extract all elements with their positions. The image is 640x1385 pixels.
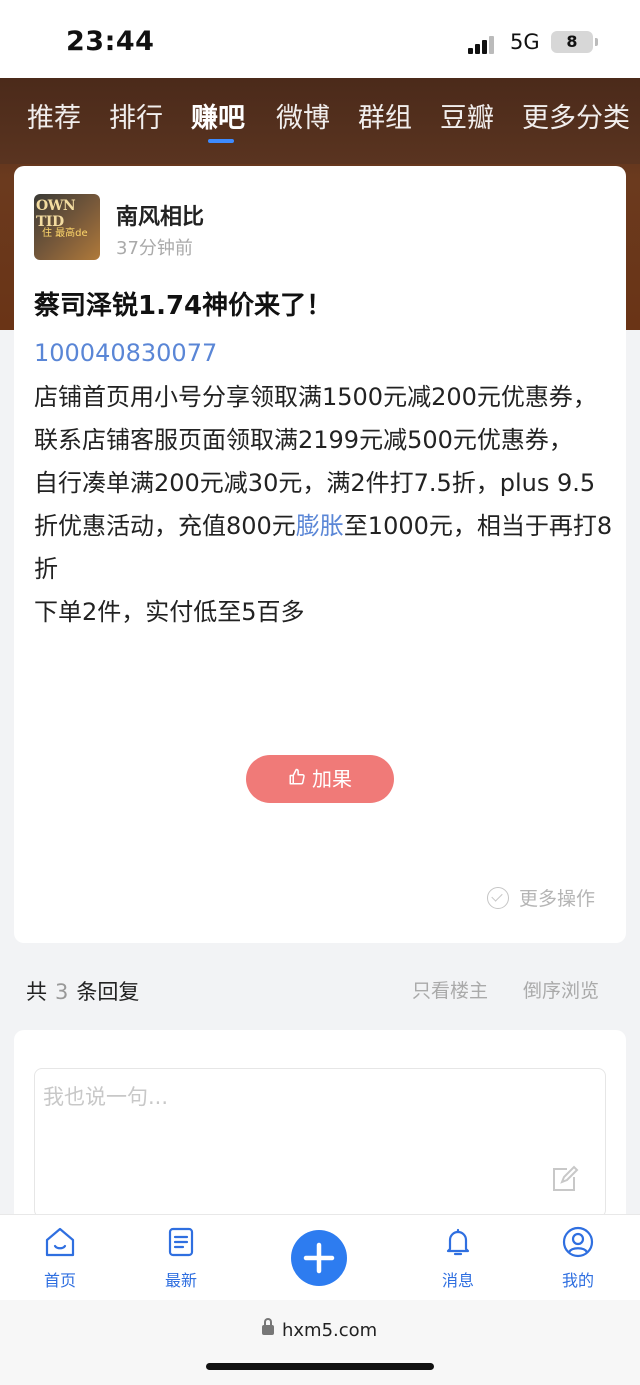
signal-icon bbox=[468, 32, 502, 54]
plus-icon bbox=[303, 1242, 335, 1274]
active-tab-indicator bbox=[208, 139, 234, 143]
comment-input[interactable]: 我也说一句... bbox=[34, 1068, 606, 1218]
tab-douban[interactable]: 豆瓣 bbox=[440, 96, 494, 135]
edit-icon[interactable] bbox=[549, 1165, 579, 1199]
author-name[interactable]: 南风相比 bbox=[116, 199, 204, 231]
reply-prefix: 共 bbox=[26, 980, 47, 1004]
document-icon bbox=[168, 1227, 194, 1257]
avatar[interactable]: OWN TID 住 最高de bbox=[34, 194, 100, 260]
home-icon bbox=[45, 1227, 75, 1257]
nav-profile[interactable]: 我的 bbox=[543, 1225, 613, 1291]
tab-recommend[interactable]: 推荐 bbox=[27, 96, 81, 135]
nav-messages[interactable]: 消息 bbox=[423, 1225, 493, 1291]
lock-icon bbox=[262, 1318, 274, 1335]
post-card: OWN TID 住 最高de 南风相比 37分钟前 蔡司泽锐1.74神价来了！ … bbox=[14, 166, 626, 943]
more-actions-button[interactable]: 更多操作 bbox=[487, 884, 595, 911]
tab-weibo[interactable]: 微博 bbox=[276, 96, 330, 135]
post-body-text: 店铺首页用小号分享领取满1500元减200元优惠券，联系店铺客服页面领取满219… bbox=[34, 383, 597, 454]
product-id-link[interactable]: 100040830077 bbox=[34, 339, 217, 367]
like-button[interactable]: 加果 bbox=[246, 755, 394, 803]
home-indicator[interactable] bbox=[206, 1363, 434, 1370]
nav-latest-label: 最新 bbox=[164, 1271, 197, 1290]
status-bar: 23:44 5G 8 bbox=[0, 0, 640, 78]
bell-icon bbox=[446, 1228, 470, 1256]
nav-latest[interactable]: 最新 bbox=[146, 1225, 216, 1291]
more-actions-label: 更多操作 bbox=[519, 888, 596, 910]
nav-home[interactable]: 首页 bbox=[25, 1225, 95, 1291]
only-op-button[interactable]: 只看楼主 bbox=[412, 976, 488, 1003]
create-post-button[interactable] bbox=[291, 1230, 347, 1286]
category-tabs: 推荐 排行 赚吧 微博 群组 豆瓣 更多分类 bbox=[0, 78, 640, 164]
url-text: hxm5.com bbox=[282, 1320, 378, 1341]
avatar-subtext: 住 最高de bbox=[42, 228, 88, 239]
battery-icon: 8 bbox=[551, 31, 593, 53]
thumbs-up-icon bbox=[288, 755, 306, 803]
user-icon bbox=[562, 1226, 594, 1258]
status-time: 23:44 bbox=[66, 26, 155, 57]
nav-home-label: 首页 bbox=[43, 1271, 76, 1290]
tab-groups[interactable]: 群组 bbox=[358, 96, 412, 135]
post-time: 37分钟前 bbox=[116, 238, 193, 259]
network-type: 5G bbox=[510, 30, 540, 54]
comment-placeholder: 我也说一句... bbox=[43, 1085, 169, 1109]
post-body: 店铺首页用小号分享领取满1500元减200元优惠券，联系店铺客服页面领取满219… bbox=[34, 376, 614, 634]
tab-ranking[interactable]: 排行 bbox=[109, 96, 163, 135]
comment-card: 我也说一句... bbox=[14, 1030, 626, 1230]
tab-zhuanba[interactable]: 赚吧 bbox=[191, 96, 245, 135]
check-circle-icon bbox=[487, 886, 509, 909]
tab-more-categories[interactable]: 更多分类 bbox=[522, 96, 630, 135]
url-display[interactable]: hxm5.com bbox=[262, 1318, 378, 1341]
battery-tip bbox=[595, 38, 598, 46]
reply-count: 共 3 条回复 bbox=[26, 976, 139, 1006]
post-title: 蔡司泽锐1.74神价来了！ bbox=[34, 291, 333, 321]
browser-url-bar: hxm5.com bbox=[0, 1300, 640, 1385]
reverse-order-button[interactable]: 倒序浏览 bbox=[523, 976, 599, 1003]
nav-profile-label: 我的 bbox=[561, 1271, 594, 1290]
post-body-text: 下单2件，实付低至5百多 bbox=[34, 598, 305, 626]
keyword-link[interactable]: 膨胀 bbox=[296, 512, 344, 540]
reply-count-number: 3 bbox=[55, 980, 69, 1004]
nav-messages-label: 消息 bbox=[441, 1271, 474, 1290]
like-label: 加果 bbox=[312, 767, 352, 791]
bottom-nav: 首页 最新 消息 我的 bbox=[0, 1214, 640, 1300]
reply-suffix: 条回复 bbox=[76, 980, 140, 1004]
